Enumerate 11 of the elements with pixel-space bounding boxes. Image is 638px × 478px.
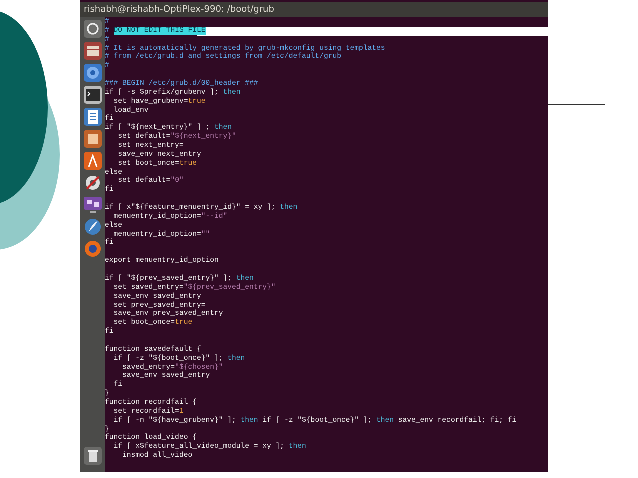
cabinet-icon[interactable] <box>82 41 102 61</box>
document-icon[interactable] <box>82 107 102 127</box>
presentation-icon[interactable] <box>82 129 102 149</box>
trash-icon[interactable] <box>82 446 102 466</box>
quill-icon[interactable] <box>82 217 102 237</box>
monitor-icon[interactable] <box>82 195 102 215</box>
circle-logo-icon[interactable] <box>82 19 102 39</box>
shopping-bag-icon[interactable] <box>82 151 102 171</box>
terminal-icon[interactable] <box>82 85 102 105</box>
horizontal-rule-decoration <box>548 104 605 105</box>
window-title: rishabh@rishabh-OptiPlex-990: /boot/grub <box>84 4 274 14</box>
